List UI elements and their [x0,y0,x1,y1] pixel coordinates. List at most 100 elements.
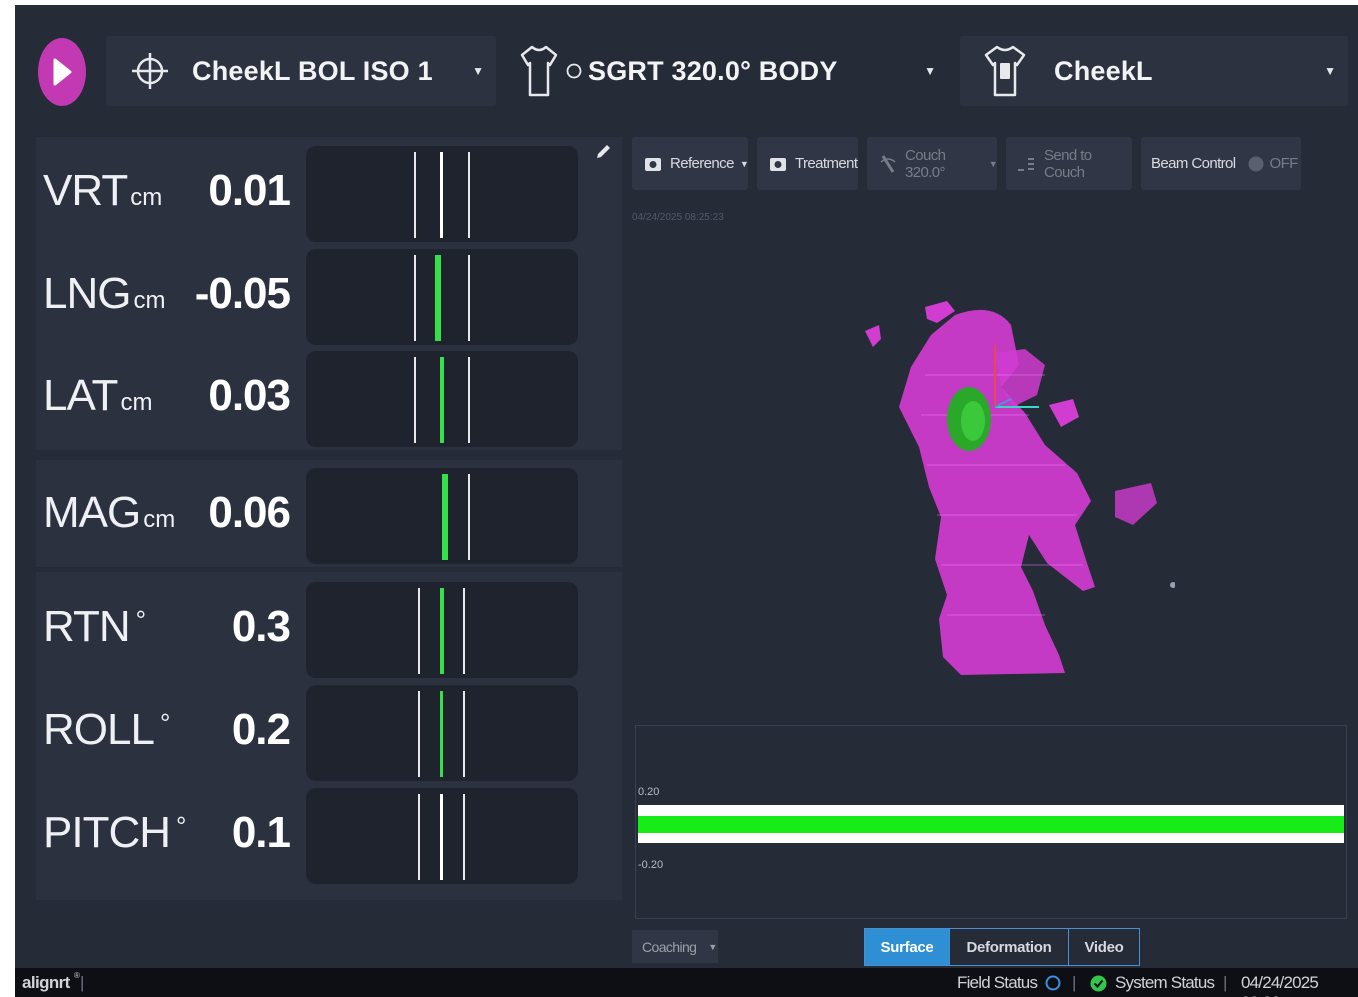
metric-unit: cm [120,389,153,416]
metric-name: LNG [43,269,131,318]
position-indicator [440,794,443,880]
chevron-down-icon: ▼ [739,158,749,169]
metric-unit: ° [135,604,146,635]
surface-3d-view[interactable] [815,295,1175,695]
divider: | [1223,973,1227,992]
tolerance-line [468,357,470,443]
metric-name: PITCH [43,808,171,857]
patient-region-label: CheekL [1054,55,1153,86]
tab-surface[interactable]: Surface [865,929,949,965]
metric-value: 0.01 [208,166,291,215]
send-to-couch-label: Send to Couch [1044,146,1092,181]
metric-row-vrt: VRT cm 0.01 [36,142,622,242]
region-label: SGRT 320.0° BODY [588,55,838,86]
play-button[interactable] [37,38,87,106]
metric-value: -0.05 [194,269,291,318]
beam-control: Beam Control OFF [1141,137,1301,190]
patient-region-selector[interactable]: CheekL ▼ [960,36,1348,106]
position-indicator [440,152,443,238]
crosshair-icon [130,51,170,91]
deviation-trace [638,816,1344,833]
torso-filled-icon [982,43,1028,99]
isocenter-label: CheekL BOL ISO 1 [192,55,433,86]
send-to-couch-button[interactable]: Send to Couch [1006,137,1132,190]
tolerance-line [463,588,465,674]
metric-name: RTN [43,602,131,651]
isocenter-selector[interactable]: CheekL BOL ISO 1 ▼ [106,36,496,106]
status-datetime: 04/24/2025 08:26 [1241,973,1319,997]
metric-row-lng: LNG cm -0.05 [36,245,622,345]
metric-row-rtn: RTN ° 0.3 [36,578,622,678]
metric-value: 0.1 [231,808,291,857]
system-status-label: System Status [1115,973,1215,992]
chevron-down-icon: ▼ [988,158,998,169]
metric-name: VRT [43,166,128,215]
beam-control-toggle[interactable]: OFF [1248,155,1298,172]
alignrt-app: CheekL BOL ISO 1 ▼ SGRT 320.0° BODY ▼ Ch… [15,5,1358,997]
chart-lower-label: -0.20 [638,859,664,871]
tab-video[interactable]: Video [1068,929,1139,965]
region-selector[interactable]: SGRT 320.0° BODY ▼ [514,36,954,106]
chevron-down-icon: ▼ [924,64,936,78]
status-bar: alignrt ® | Field Status | System Status… [15,968,1358,997]
metric-value: 0.2 [231,705,291,754]
deviation-bar [442,474,448,560]
couch-selector[interactable]: Couch 320.0° ▼ [867,137,998,190]
send-icon [1016,155,1038,173]
gauge [306,249,578,345]
deviation-bar [440,691,443,777]
view-tabs: Surface Deformation Video [864,928,1140,966]
tolerance-line [414,357,416,443]
gauge [306,146,578,242]
brand-logo: alignrt [22,973,70,992]
metric-value: 0.06 [208,488,291,537]
tolerance-line [468,474,470,560]
reference-label: Reference [670,155,734,172]
gauge [306,351,578,447]
field-status-label: Field Status [957,973,1038,992]
chevron-down-icon: ▼ [1324,64,1336,78]
torso-outline-icon [518,43,560,99]
tolerance-line [414,255,416,341]
coaching-selector[interactable]: Coaching ▼ [632,930,718,963]
camera-icon [769,155,787,173]
system-status-icon[interactable] [1090,975,1107,997]
chevron-down-icon: ▼ [472,64,484,78]
treatment-label: Treatment [795,155,858,172]
tolerance-line [468,255,470,341]
coaching-label: Coaching [642,938,697,955]
treatment-button[interactable]: Treatment [757,137,858,190]
chart-upper-label: 0.20 [638,786,660,798]
metric-unit: cm [130,184,163,211]
gauge [306,582,578,678]
metric-unit: cm [133,287,166,314]
chevron-down-icon: ▼ [708,941,717,952]
metric-unit: cm [143,506,176,533]
gauge [306,468,578,564]
deviation-bar [435,255,441,341]
metric-unit: ° [159,707,170,738]
metric-row-lat: LAT cm 0.03 [36,347,622,447]
divider: | [1072,973,1076,992]
field-status-icon[interactable] [1045,975,1061,996]
play-icon [53,58,72,86]
metric-name: MAG [43,488,141,537]
metric-name: ROLL [43,705,155,754]
tab-deformation[interactable]: Deformation [949,929,1068,965]
metric-value: 0.3 [231,602,291,651]
deviation-bar [440,357,444,443]
divider: | [80,973,84,992]
tolerance-line [468,152,470,238]
empty-circle-icon [566,63,582,79]
beam-control-label: Beam Control [1151,155,1236,172]
registered-mark: ® [74,971,80,980]
metric-row-roll: ROLL ° 0.2 [36,681,622,781]
reference-button[interactable]: Reference ▼ [632,137,749,190]
beam-state: OFF [1269,155,1299,172]
deviation-trace-chart: 0.20 -0.20 [635,725,1347,919]
couch-rotate-icon [879,154,897,174]
tolerance-line [418,691,420,777]
tolerance-line [418,794,420,880]
metric-row-mag: MAG cm 0.06 [36,464,622,564]
tolerance-line [463,691,465,777]
